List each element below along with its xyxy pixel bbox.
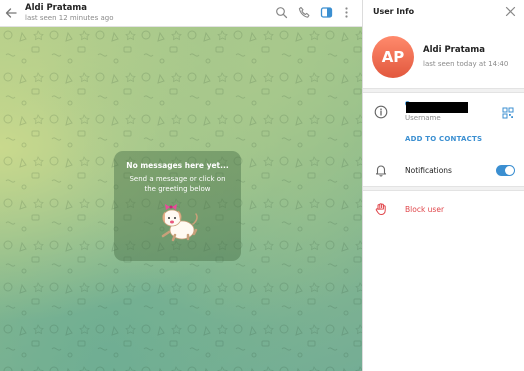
chat-header: Aldi Pratama last seen 12 minutes ago	[0, 0, 362, 27]
bell-icon	[375, 165, 387, 177]
greeting-sticker[interactable]	[155, 198, 201, 248]
phone-icon[interactable]	[298, 6, 311, 19]
user-name: Aldi Pratama	[423, 45, 485, 55]
more-vertical-icon[interactable]	[340, 6, 353, 19]
notifications-toggle[interactable]	[496, 165, 515, 176]
panel-title: User Info	[373, 7, 415, 16]
close-icon[interactable]	[505, 6, 516, 17]
section-separator	[363, 88, 524, 93]
empty-chat-placeholder: No messages here yet... Send a message o…	[114, 151, 241, 261]
qr-code-icon[interactable]	[502, 107, 514, 119]
info-icon	[374, 105, 388, 119]
user-info-panel: User Info AP Aldi Pratama last seen toda…	[363, 0, 524, 371]
section-separator	[363, 186, 524, 191]
username-value-redacted[interactable]	[406, 102, 468, 113]
empty-chat-hint: Send a message or click on the greeting …	[129, 175, 226, 193]
add-to-contacts-button[interactable]: ADD TO CONTACTS	[405, 135, 482, 143]
notifications-label: Notifications	[405, 166, 452, 175]
chat-background: No messages here yet... Send a message o…	[0, 27, 362, 371]
user-last-seen: last seen today at 14:40	[423, 60, 509, 68]
sidebar-toggle-icon[interactable]	[320, 6, 333, 19]
toggle-knob	[505, 166, 514, 175]
block-user-button[interactable]: Block user	[405, 205, 444, 214]
block-hand-icon	[375, 203, 386, 215]
search-icon[interactable]	[275, 6, 288, 19]
avatar[interactable]: AP	[372, 36, 414, 78]
username-label: Username	[405, 114, 441, 122]
chat-last-seen: last seen 12 minutes ago	[25, 14, 114, 22]
chat-title[interactable]: Aldi Pratama	[25, 3, 87, 13]
empty-chat-title: No messages here yet...	[126, 161, 229, 170]
back-arrow-icon[interactable]	[4, 6, 18, 20]
